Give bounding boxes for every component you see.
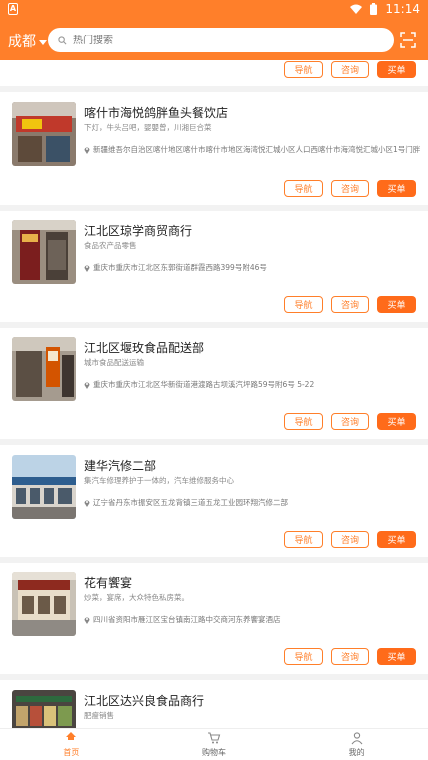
consult-button[interactable]: 咨询 [331,648,369,665]
list-item[interactable]: 江北区达兴良食品商行 肥瘦销售 [0,690,428,728]
divider [0,674,428,680]
consult-button[interactable]: 咨询 [331,61,369,78]
search-icon [58,35,67,44]
location-icon [84,617,90,624]
navigate-button[interactable]: 导航 [284,648,323,665]
wifi-icon [350,4,363,14]
header: 成都 [0,20,428,60]
tab-home-label: 首页 [63,748,80,757]
shop-thumbnail [12,690,76,728]
tab-cart[interactable]: 购物车 [143,729,286,760]
shop-description: 集汽车修理养护于一体的，汽车维修服务中心 [84,476,234,485]
shop-thumbnail [12,337,76,401]
cart-icon [208,732,221,744]
tab-home[interactable]: 首页 [0,729,143,760]
shop-address-text: 重庆市重庆市江北区华新街道港渡路古坝溪汽坪路59号附6号 5-22 [93,380,315,389]
battery-icon [370,3,378,15]
pay-button[interactable]: 买单 [377,61,416,78]
shop-name: 江北区琼学商贸商行 [84,224,193,238]
shop-description: 城市食品配送运输 [84,358,144,367]
card-actions: 导航 咨询 买单 [284,61,416,78]
search-input[interactable] [73,34,373,46]
list-item[interactable]: 江北区堰玫食品配送部 城市食品配送运输 重庆市重庆市江北区华新街道港渡路古坝溪汽… [0,337,428,437]
navigate-button[interactable]: 导航 [284,61,323,78]
shop-address-text: 新疆维吾尔自治区喀什地区喀什市喀什市地区海湾悦汇城小区人口西喀什市海湾悦汇城小区… [93,145,420,154]
divider [0,322,428,328]
list-item[interactable]: 花有饗宴 炒菜，宴席，大众特色私房菜。 四川省资阳市雁江区宝台镇南江路中交商河东… [0,572,428,672]
search-bar[interactable] [48,28,394,52]
divider [0,86,428,92]
navigate-button[interactable]: 导航 [284,531,323,548]
divider [0,205,428,211]
shop-address-text: 四川省资阳市雁江区宝台镇南江路中交商河东养饗宴酒店 [93,615,281,624]
city-label: 成都 [8,34,36,50]
user-icon [351,732,363,745]
navigate-button[interactable]: 导航 [284,413,323,430]
shop-address: 重庆市重庆市江北区华新街道港渡路古坝溪汽坪路59号附6号 5-22 [84,379,314,390]
card-actions: 导航 咨询 买单 [284,413,416,430]
shop-list[interactable]: 导航 咨询 买单 喀什市海悦鸽胖鱼头餐饮店 下灯，牛头吕吧，婴嬰曾，川湘巨合菜 … [0,60,428,728]
shop-description: 肥瘦销售 [84,711,114,720]
card-actions: 导航 咨询 买单 [284,648,416,665]
shop-thumbnail [12,220,76,284]
status-bar: A 11:14 [0,0,428,20]
card-actions: 导航 咨询 买单 [284,180,416,197]
card-actions: 导航 咨询 买单 [284,531,416,548]
list-item[interactable]: 江北区琼学商贸商行 食品农产品零售 重庆市重庆市江北区东郭街道群霞西路399号附… [0,220,428,320]
scan-icon[interactable] [400,32,416,48]
pay-button[interactable]: 买单 [377,413,416,430]
shop-name: 喀什市海悦鸽胖鱼头餐饮店 [84,106,229,120]
shop-address-text: 辽宁省丹东市振安区五龙背镇三道五龙工业园环翔汽修二部 [93,498,288,507]
shop-address: 辽宁省丹东市振安区五龙背镇三道五龙工业园环翔汽修二部 [84,497,288,508]
location-icon [84,382,90,389]
list-item[interactable]: 建华汽修二部 集汽车修理养护于一体的，汽车维修服务中心 辽宁省丹东市振安区五龙背… [0,455,428,555]
shop-thumbnail [12,455,76,519]
shop-description: 下灯，牛头吕吧，婴嬰曾，川湘巨合菜 [84,123,212,132]
shop-address: 新疆维吾尔自治区喀什地区喀什市喀什市地区海湾悦汇城小区人口西喀什市海湾悦汇城小区… [84,144,420,155]
chevron-down-icon [39,39,47,45]
home-icon [66,732,77,740]
shop-address: 重庆市重庆市江北区东郭街道群霞西路399号附46号 [84,262,267,273]
list-item[interactable]: 喀什市海悦鸽胖鱼头餐饮店 下灯，牛头吕吧，婴嬰曾，川湘巨合菜 新疆维吾尔自治区喀… [0,102,428,202]
shop-name: 江北区堰玫食品配送部 [84,341,205,355]
shop-name: 江北区达兴良食品商行 [84,694,205,708]
card-actions: 导航 咨询 买单 [284,296,416,313]
tab-mine[interactable]: 我的 [285,729,428,760]
tab-mine-label: 我的 [348,748,365,757]
location-icon [84,265,90,272]
shop-name: 花有饗宴 [84,576,133,590]
status-time: 11:14 [385,2,420,16]
shop-address-text: 重庆市重庆市江北区东郭街道群霞西路399号附46号 [93,263,267,272]
divider [0,557,428,563]
shop-thumbnail [12,572,76,636]
bottom-tab-bar: 首页 购物车 我的 [0,728,428,760]
pay-button[interactable]: 买单 [377,180,416,197]
city-selector[interactable]: 成都 [8,31,47,51]
divider [0,439,428,445]
shop-description: 食品农产品零售 [84,241,137,250]
shop-address: 四川省资阳市雁江区宝台镇南江路中交商河东养饗宴酒店 [84,614,281,625]
navigate-button[interactable]: 导航 [284,180,323,197]
location-icon [84,147,90,154]
consult-button[interactable]: 咨询 [331,296,369,313]
pay-button[interactable]: 买单 [377,531,416,548]
shop-name: 建华汽修二部 [84,459,157,473]
navigate-button[interactable]: 导航 [284,296,323,313]
consult-button[interactable]: 咨询 [331,531,369,548]
android-notification-icon: A [8,3,18,15]
pay-button[interactable]: 买单 [377,296,416,313]
pay-button[interactable]: 买单 [377,648,416,665]
tab-cart-label: 购物车 [202,748,226,757]
shop-thumbnail [12,102,76,166]
consult-button[interactable]: 咨询 [331,413,369,430]
consult-button[interactable]: 咨询 [331,180,369,197]
location-icon [84,500,90,507]
shop-description: 炒菜，宴席，大众特色私房菜。 [84,593,189,602]
